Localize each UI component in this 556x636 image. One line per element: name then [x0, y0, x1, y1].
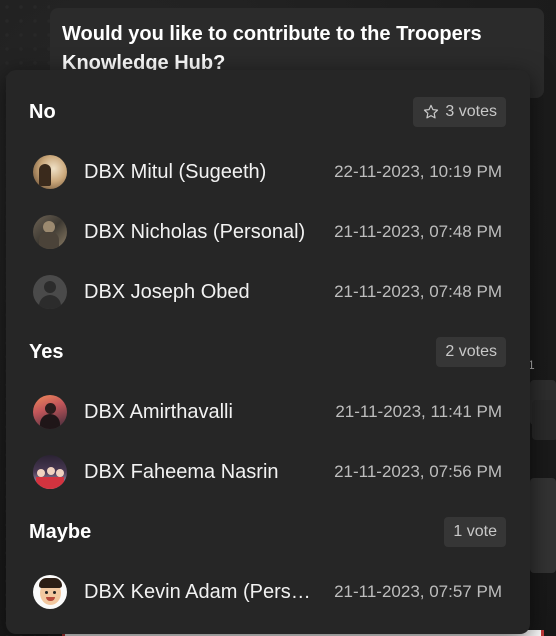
voter-name: DBX Kevin Adam (Perso... [84, 580, 314, 603]
vote-timestamp: 21-11-2023, 07:57 PM [334, 582, 502, 601]
voter-name: DBX Joseph Obed [84, 280, 250, 303]
group-title: Maybe [29, 520, 92, 543]
avatar [33, 155, 67, 189]
vote-count: 2 votes [445, 343, 497, 360]
voter-row[interactable]: DBX Kevin Adam (Perso... 21-11-2023, 07:… [6, 562, 530, 622]
vote-count-badge: 2 votes [436, 337, 506, 367]
vote-count-badge: 3 votes [413, 97, 506, 127]
default-avatar-icon [33, 275, 67, 309]
voter-row[interactable]: DBX Nicholas (Personal) 21-11-2023, 07:4… [6, 202, 530, 262]
side-message-fragment-2 [532, 400, 556, 440]
vote-timestamp: 21-11-2023, 07:48 PM [334, 222, 502, 241]
avatar [33, 575, 67, 609]
vote-count: 1 vote [453, 523, 497, 540]
voter-row[interactable]: DBX Amirthavalli 21-11-2023, 11:41 PM [6, 382, 530, 442]
vote-timestamp: 21-11-2023, 11:41 PM [335, 402, 502, 421]
vote-count: 3 votes [445, 103, 497, 120]
group-header-no: No 3 votes [6, 92, 530, 132]
group-title: No [29, 100, 56, 123]
avatar [33, 395, 67, 429]
side-message-fragment-3 [530, 478, 556, 573]
group-title: Yes [29, 340, 64, 363]
vote-timestamp: 21-11-2023, 07:48 PM [334, 282, 502, 301]
star-outline-icon [424, 104, 439, 119]
voter-name: DBX Mitul (Sugeeth) [84, 160, 267, 183]
vote-timestamp: 22-11-2023, 10:19 PM [334, 162, 502, 181]
voter-name: DBX Faheema Nasrin [84, 460, 279, 483]
voter-row[interactable]: DBX Mitul (Sugeeth) 22-11-2023, 10:19 PM [6, 142, 530, 202]
group-header-maybe: Maybe 1 vote [6, 512, 530, 552]
voter-row[interactable]: DBX Joseph Obed 21-11-2023, 07:48 PM [6, 262, 530, 322]
avatar [33, 215, 67, 249]
vote-timestamp: 21-11-2023, 07:56 PM [334, 462, 502, 481]
vote-count-badge: 1 vote [444, 517, 506, 547]
voter-name: DBX Nicholas (Personal) [84, 220, 306, 243]
avatar [33, 455, 67, 489]
voter-row[interactable]: DBX Faheema Nasrin 21-11-2023, 07:56 PM [6, 442, 530, 502]
voter-name: DBX Amirthavalli [84, 400, 233, 423]
poll-votes-popup: No 3 votes DBX Mitul (Sugeeth) 22-11-202… [6, 70, 530, 634]
group-header-yes: Yes 2 votes [6, 332, 530, 372]
